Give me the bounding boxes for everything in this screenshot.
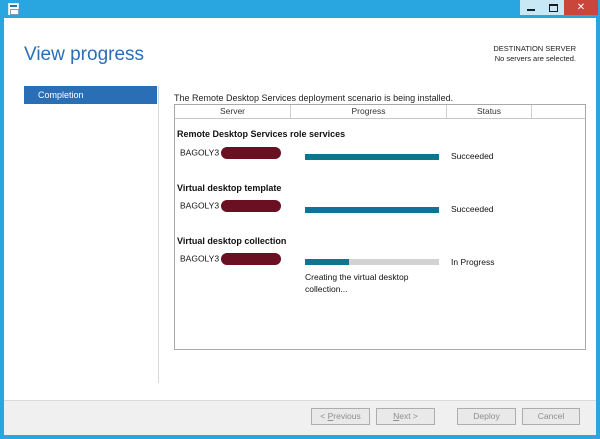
progress-fill <box>305 259 350 265</box>
maximize-icon <box>548 3 558 12</box>
minimize-button[interactable] <box>520 0 542 15</box>
table-header: Server Progress Status <box>175 105 585 119</box>
redacted-region <box>221 147 282 159</box>
wizard-footer: < Previous Next > Deploy Cancel <box>4 401 596 435</box>
status-cell: Succeeded <box>451 204 494 214</box>
server-name: BAGOLY3 <box>180 200 220 211</box>
server-name: BAGOLY3 <box>180 253 220 264</box>
progress-bar <box>305 259 439 265</box>
close-icon: ✕ <box>576 2 586 13</box>
server-cell: BAGOLY3 <box>180 147 282 159</box>
nav-divider <box>158 86 159 383</box>
wizard-nav: Completion <box>24 86 157 104</box>
column-header-server[interactable]: Server <box>175 105 291 118</box>
server-cell: BAGOLY3 <box>180 200 282 212</box>
column-header-status[interactable]: Status <box>447 105 532 118</box>
status-message: The Remote Desktop Services deployment s… <box>174 93 454 103</box>
progress-table: Server Progress Status Remote Desktop Se… <box>174 104 586 350</box>
destination-server-label: DESTINATION SERVER <box>493 44 576 53</box>
wizard-window: ✕ View progress DESTINATION SERVER No se… <box>0 0 600 439</box>
progress-fill <box>305 154 439 160</box>
column-header-empty <box>532 105 580 118</box>
title-bar[interactable]: ✕ <box>0 0 600 18</box>
progress-fill <box>305 207 439 213</box>
column-header-progress[interactable]: Progress <box>291 105 447 118</box>
deploy-button[interactable]: Deploy <box>457 408 516 425</box>
destination-server-value: No servers are selected. <box>494 54 576 63</box>
previous-rest: revious <box>333 411 361 421</box>
redacted-region <box>221 200 282 212</box>
minimize-icon <box>527 9 535 11</box>
next-rest: ext > <box>399 411 418 421</box>
section-title: Remote Desktop Services role services <box>177 129 346 139</box>
page-title: View progress <box>24 44 145 65</box>
server-name: BAGOLY3 <box>180 147 220 158</box>
status-cell: In Progress <box>451 257 495 267</box>
wizard-content: View progress DESTINATION SERVER No serv… <box>4 18 596 435</box>
progress-bar <box>305 207 439 213</box>
section-title: Virtual desktop collection <box>177 236 287 246</box>
nav-item-completion[interactable]: Completion <box>24 86 157 104</box>
status-cell: Succeeded <box>451 151 494 161</box>
progress-note: Creating the virtual desktop collection.… <box>305 272 409 294</box>
maximize-button[interactable] <box>542 0 564 15</box>
previous-prefix: < <box>320 411 328 421</box>
close-button[interactable]: ✕ <box>564 0 598 15</box>
previous-button[interactable]: < Previous <box>311 408 370 425</box>
next-button[interactable]: Next > <box>376 408 435 425</box>
server-manager-icon <box>8 3 19 15</box>
redacted-region <box>221 253 282 265</box>
server-cell: BAGOLY3 <box>180 253 282 265</box>
progress-bar <box>305 154 439 160</box>
cancel-button[interactable]: Cancel <box>522 408 580 425</box>
section-title: Virtual desktop template <box>177 183 282 193</box>
